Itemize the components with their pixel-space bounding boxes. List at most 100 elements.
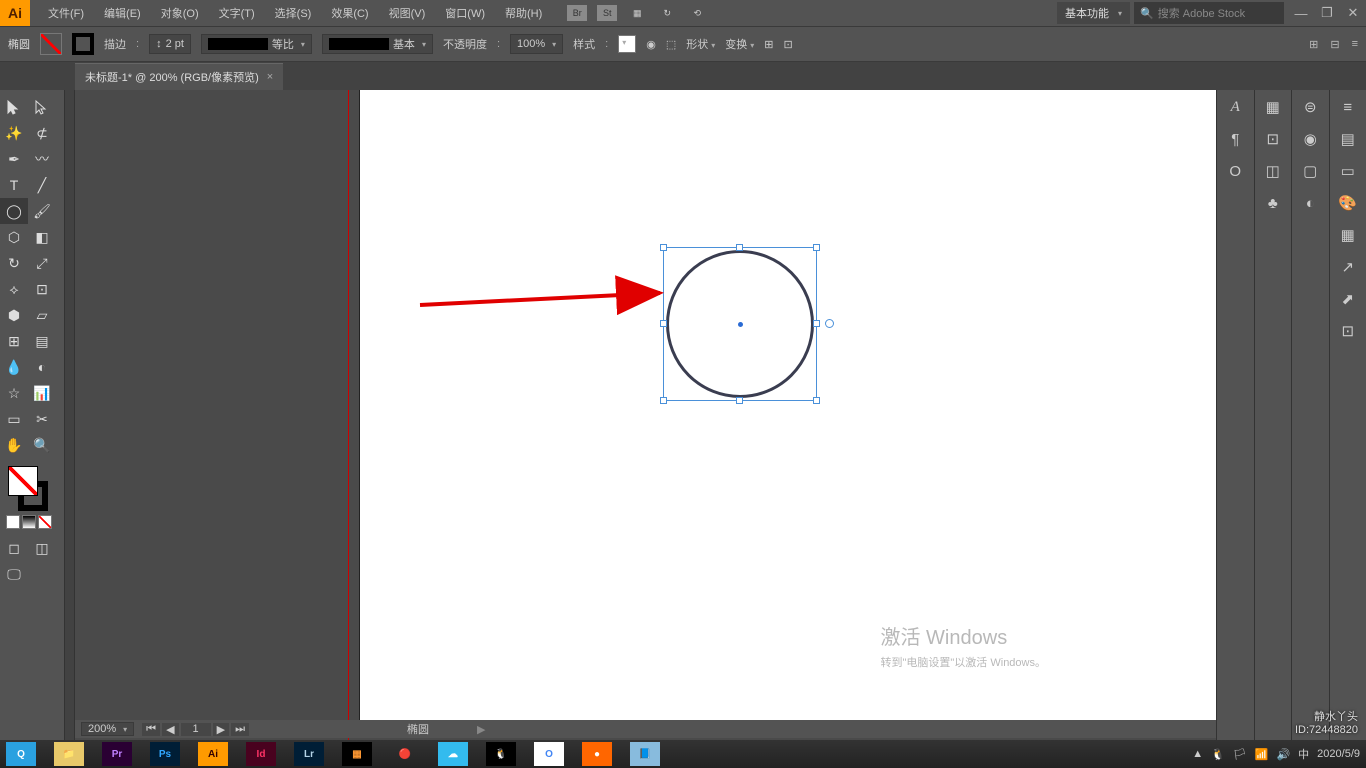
stroke-swatch[interactable] [72,33,94,55]
paragraph-panel-icon[interactable]: ¶ [1223,128,1247,150]
taskbar-app[interactable]: ☁ [438,742,468,766]
gpu-icon[interactable]: ↻ [657,5,677,21]
blend-tool[interactable]: ◐ [28,354,56,380]
pen-tool[interactable]: ✒ [0,146,28,172]
properties-panel-icon[interactable]: ≡ [1336,96,1360,118]
fill-swatch[interactable] [40,33,62,55]
stock-icon[interactable]: St [597,5,617,21]
left-collapse-bar[interactable] [65,90,75,740]
taskbar-app[interactable]: Ai [198,742,228,766]
color-panel-icon[interactable]: 🎨 [1336,192,1360,214]
draw-behind[interactable]: ◫ [28,535,56,561]
tray-network-icon[interactable]: 📶 [1255,748,1269,761]
pathfinder-panel-icon[interactable]: ◫ [1261,160,1285,182]
shape-builder-tool[interactable]: ⬢ [0,302,28,328]
shape-button[interactable]: 形状 [686,36,715,52]
tray-date[interactable]: 2020/5/9 [1317,748,1360,760]
draw-mode[interactable]: ◻ [0,535,28,561]
canvas[interactable]: 激活 Windows 转到"电脑设置"以激活 Windows。 [65,90,1216,740]
width-tool[interactable]: ⟡ [0,276,28,302]
symbol-tool[interactable]: ☆ [0,380,28,406]
isolate-icon[interactable]: ⬚ [666,38,676,51]
tray-ime-icon[interactable]: 中 [1298,746,1309,762]
zoom-tool[interactable]: 🔍 [28,432,56,458]
screen-mode[interactable]: 🖵 [0,561,28,587]
taskbar-app[interactable]: Ps [150,742,180,766]
ellipse-tool[interactable]: ◯ [0,198,28,224]
nav-page[interactable]: 1 [181,723,211,736]
shaper-tool[interactable]: ⬡ [0,224,28,250]
taskbar-app[interactable]: Pr [102,742,132,766]
appearance-panel-icon[interactable]: ◉ [1298,128,1322,150]
libraries-panel-icon[interactable]: ⊜ [1298,96,1322,118]
taskbar-app[interactable]: 📁 [54,742,84,766]
tray-qq-icon[interactable]: 🐧 [1211,748,1225,761]
minimize-button[interactable]: — [1288,3,1314,23]
tray-flag-icon[interactable]: 🏳 [1233,748,1247,761]
nav-first[interactable]: ⏮ [142,723,160,736]
document-tab[interactable]: 未标题-1* @ 200% (RGB/像素预览) × [75,63,283,90]
graph-tool[interactable]: 📊 [28,380,56,406]
curvature-tool[interactable]: 〰 [28,146,56,172]
color-mode[interactable] [6,515,20,529]
setup-icon[interactable]: ⊞ [1309,38,1318,51]
eyedropper-tool[interactable]: 💧 [0,354,28,380]
eraser-tool[interactable]: ◧ [28,224,56,250]
workspace-selector[interactable]: 基本功能 [1057,2,1130,24]
swatches-panel-icon[interactable]: ▦ [1336,224,1360,246]
taskbar-app[interactable]: 🔴 [390,742,420,766]
maximize-button[interactable]: ❐ [1314,3,1340,23]
type-tool[interactable]: T [0,172,28,198]
search-input[interactable]: 🔍 搜索 Adobe Stock [1134,2,1284,24]
menu-item[interactable]: 选择(S) [265,0,322,26]
artboard[interactable] [360,90,1216,735]
line-tool[interactable]: ╱ [28,172,56,198]
arrange-icon[interactable]: ⊡ [784,38,793,51]
fill-stroke-control[interactable] [8,466,53,511]
nav-next[interactable]: ▶ [213,723,229,736]
selection-tool[interactable] [0,94,28,120]
menu-item[interactable]: 帮助(H) [495,0,552,26]
nav-prev[interactable]: ◀ [162,723,178,736]
mesh-tool[interactable]: ⊞ [0,328,28,354]
slice-tool[interactable]: ✂ [28,406,56,432]
artboards-panel-icon[interactable]: ▭ [1336,160,1360,182]
drawn-ellipse[interactable] [666,250,814,398]
links-panel-icon[interactable]: ⬈ [1336,288,1360,310]
scale-tool[interactable]: ⤢ [28,250,56,276]
symbols-panel-icon[interactable]: ♣ [1261,192,1285,214]
layers-panel-icon[interactable]: ▤ [1336,128,1360,150]
character-panel-icon[interactable]: A [1223,96,1247,118]
gradient-tool[interactable]: ▤ [28,328,56,354]
stroke-weight-input[interactable]: ↕ 2 pt [149,34,191,54]
prefs-icon[interactable]: ⊟ [1330,38,1339,51]
recolor-icon[interactable]: ◉ [646,38,656,51]
hand-tool[interactable]: ✋ [0,432,28,458]
tray-sound-icon[interactable]: 🔊 [1276,748,1290,761]
graphic-styles-panel-icon[interactable]: ◐ [1298,192,1322,214]
menu-item[interactable]: 效果(C) [321,0,378,26]
menu-item[interactable]: 视图(V) [379,0,436,26]
nav-last[interactable]: ⏭ [231,723,249,736]
taskbar-app[interactable]: Lr [294,742,324,766]
wand-tool[interactable]: ✨ [0,120,28,146]
style-swatch[interactable] [618,35,636,53]
taskbar-app[interactable]: ▦ [342,742,372,766]
opacity-input[interactable]: 100% [510,34,563,54]
transform-button[interactable]: 变换 [725,36,754,52]
close-button[interactable]: ✕ [1340,3,1366,23]
taskbar-app[interactable]: Id [246,742,276,766]
artboard-tool[interactable]: ▭ [0,406,28,432]
taskbar-app[interactable]: O [534,742,564,766]
menu-item[interactable]: 对象(O) [151,0,209,26]
align-icon[interactable]: ⊞ [764,38,773,51]
stroke-profile[interactable]: 等比 [201,34,312,54]
transform-panel-icon[interactable]: ⊡ [1261,128,1285,150]
stroke-panel-icon[interactable]: ▢ [1298,160,1322,182]
none-mode[interactable] [38,515,52,529]
opentype-panel-icon[interactable]: O [1223,160,1247,182]
menu-item[interactable]: 编辑(E) [94,0,151,26]
brush-tool[interactable]: 🖌 [28,198,56,224]
gradient-mode[interactable] [22,515,36,529]
taskbar-app[interactable]: ● [582,742,612,766]
